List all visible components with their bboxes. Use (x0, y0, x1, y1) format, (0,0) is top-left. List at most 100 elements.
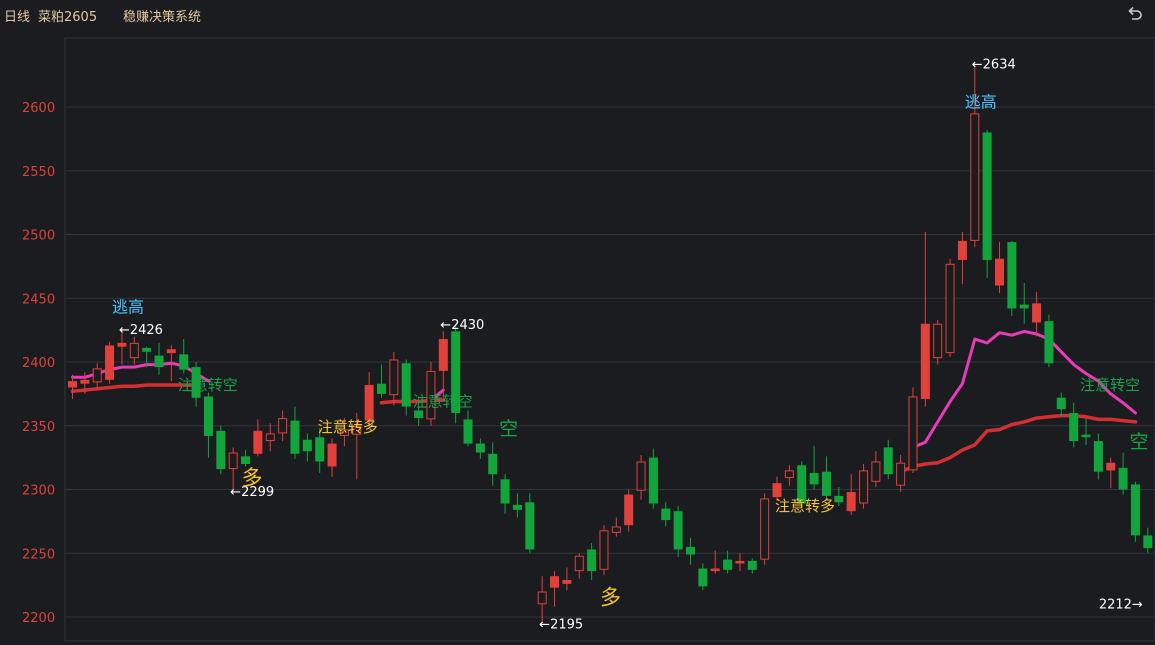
candle (624, 489, 634, 532)
candle-body (105, 345, 115, 380)
candle-body (166, 349, 176, 354)
candle-body (710, 568, 720, 572)
moving-averages (70, 329, 1138, 474)
candle (278, 410, 288, 442)
candle (463, 410, 473, 447)
candle-body (995, 258, 1004, 286)
candle (1069, 402, 1079, 448)
candle-body (80, 379, 90, 384)
candle (1130, 481, 1140, 542)
candle-body (364, 384, 374, 421)
price-label: ←2634 (972, 58, 1016, 73)
candle (908, 387, 918, 473)
candle (550, 571, 560, 607)
candle (611, 517, 621, 537)
price-label: ←2195 (539, 617, 583, 632)
candle-body (562, 580, 572, 584)
candle-body (1130, 484, 1140, 536)
candle (1081, 418, 1091, 445)
candle-body (253, 430, 263, 454)
candle-body (414, 410, 424, 419)
candle (475, 438, 485, 459)
candle-body (723, 559, 733, 570)
candle (784, 465, 794, 486)
candle-body (290, 420, 300, 454)
candle-body (673, 511, 683, 550)
candle-body (265, 433, 275, 442)
candle-body (92, 368, 102, 383)
candle-body (611, 526, 621, 533)
y-tick-label: 2600 (22, 101, 55, 116)
escape-high-label: 逃高 (112, 298, 144, 317)
price-label: 2212→ (1099, 598, 1143, 613)
candle (995, 242, 1004, 294)
candle (537, 576, 547, 624)
candle-body (302, 439, 312, 452)
y-tick-label: 2500 (22, 229, 55, 244)
price-label: ←2426 (119, 323, 163, 338)
candle (179, 339, 189, 374)
candle-body (1143, 535, 1153, 549)
candle-body (648, 457, 658, 504)
candle (389, 351, 399, 406)
candle (1019, 282, 1029, 324)
candle (105, 341, 115, 384)
candle-body (1093, 441, 1103, 472)
candle (500, 474, 510, 514)
candle-body (1106, 462, 1116, 471)
candle (290, 406, 300, 459)
y-tick-label: 2300 (22, 484, 55, 499)
annotations: 逃高←2426注意转空←2299多注意转多←2430注意转空空←2195多注意转… (112, 58, 1149, 633)
candle (302, 433, 312, 462)
candle (760, 493, 770, 565)
candle (747, 558, 757, 574)
candle (883, 439, 893, 480)
candle-body (1118, 467, 1128, 490)
candle (525, 493, 535, 554)
candle-body (871, 461, 881, 482)
candle-body (512, 504, 522, 510)
long-signal-label: 多 (242, 466, 263, 490)
candle-body (908, 396, 918, 471)
y-axis: 2200 2250 2300 2350 2400 2450 2500 2550 2600 (22, 101, 55, 626)
candle-body (550, 576, 560, 588)
y-tick-label: 2250 (22, 547, 55, 562)
candle-body (574, 555, 584, 572)
y-tick-label: 2200 (22, 611, 55, 626)
candle-body (525, 502, 535, 550)
candle (821, 456, 831, 499)
candle-body (1081, 434, 1091, 438)
candle-body (203, 396, 213, 436)
candle-body (945, 263, 955, 354)
candle (686, 537, 695, 565)
candle-body (463, 419, 473, 444)
candle (710, 550, 720, 574)
candle-body (809, 472, 819, 485)
candle (970, 63, 980, 248)
candle-body (129, 342, 139, 359)
candle-body (488, 453, 498, 475)
candle-body (216, 430, 226, 470)
candle (1106, 457, 1116, 489)
candlestick-chart[interactable]: 2200 2250 2300 2350 2400 2450 2500 2550 2600 逃高 ←… (0, 0, 1155, 645)
candle (241, 449, 251, 467)
candle-body (821, 471, 831, 496)
candle (982, 129, 992, 278)
candle (599, 525, 609, 575)
candle-body (735, 560, 745, 564)
candle-body (599, 530, 609, 570)
candle (401, 359, 411, 416)
candle-body (179, 354, 189, 370)
candle (636, 455, 646, 500)
candle-body (624, 494, 634, 526)
candle-body (933, 323, 943, 359)
candle-body (475, 443, 485, 453)
candle-body (846, 492, 856, 512)
candle (92, 363, 102, 391)
candle-body (636, 461, 646, 491)
candle-body (784, 470, 794, 479)
candle-body (500, 479, 510, 504)
candle (1056, 392, 1066, 417)
candle-body (142, 347, 152, 352)
short-signal-label: 空 (499, 418, 518, 440)
